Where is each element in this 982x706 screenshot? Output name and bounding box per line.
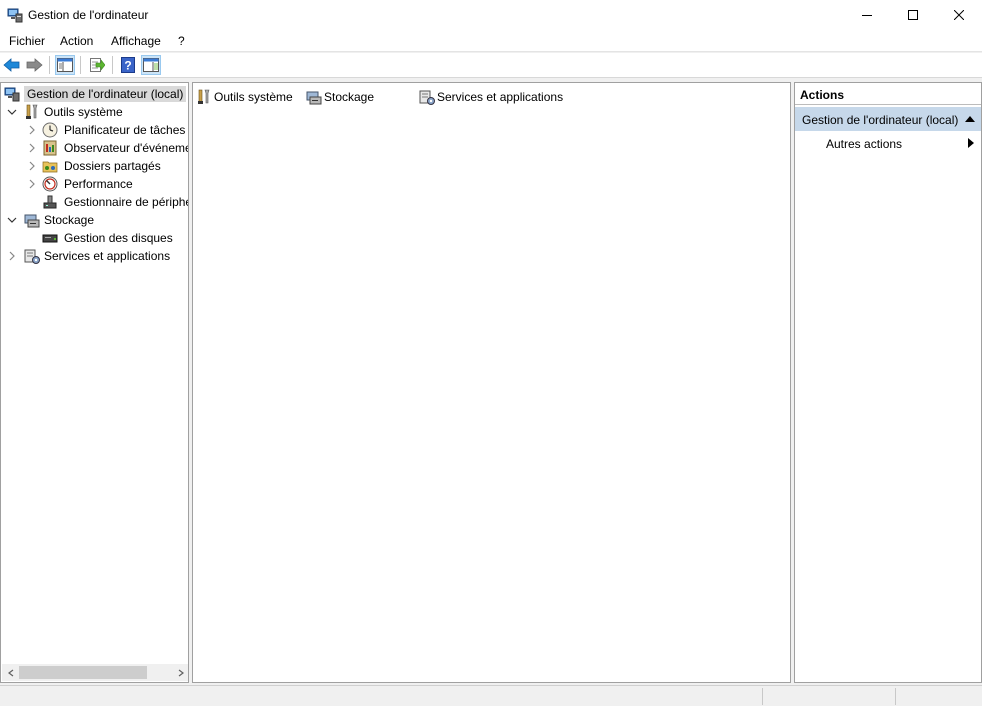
show-hide-action-pane-button[interactable] (141, 55, 161, 75)
tree-item-storage[interactable]: Stockage (24, 211, 94, 229)
list-item-services-apps[interactable]: Services et applications (419, 89, 563, 105)
results-pane: Outils système Stockage Services et appl… (192, 82, 791, 683)
storage-icon (306, 89, 322, 105)
maximize-button[interactable] (890, 0, 936, 30)
disk-icon (42, 230, 58, 246)
show-hide-console-tree-icon (57, 58, 73, 72)
tree-item-event-viewer[interactable]: Observateur d'événeme (42, 139, 189, 157)
back-button[interactable] (2, 55, 22, 75)
tree-item-services-apps[interactable]: Services et applications (24, 247, 170, 265)
close-icon (954, 10, 964, 20)
tree-item-label: Gestionnaire de périphé (64, 195, 189, 209)
tree-item-label: Dossiers partagés (64, 159, 161, 173)
chevron-right-icon[interactable] (27, 179, 37, 189)
chevron-right-icon[interactable] (7, 251, 17, 261)
menu-action[interactable]: Action (60, 34, 93, 48)
status-divider (762, 688, 763, 705)
help-button[interactable]: ? (118, 55, 138, 75)
tree-item-label: Stockage (44, 213, 95, 227)
minimize-icon (862, 15, 872, 16)
scroll-right-icon[interactable] (174, 666, 187, 679)
more-actions-item[interactable]: Autres actions (826, 137, 902, 151)
collapse-up-icon[interactable] (965, 115, 975, 123)
services-icon (24, 248, 40, 264)
scroll-left-icon[interactable] (4, 666, 17, 679)
svg-text:?: ? (124, 59, 131, 73)
tree-item-system-tools[interactable]: Outils système (24, 103, 123, 121)
forward-arrow-icon (26, 58, 43, 72)
tree-item-label: Performance (64, 177, 133, 191)
list-item-system-tools[interactable]: Outils système (196, 89, 293, 105)
shared-folder-icon (42, 158, 58, 174)
toolbar-separator (112, 56, 113, 74)
actions-header: Actions (795, 83, 981, 105)
list-item-label: Outils système (214, 90, 293, 104)
chevron-right-icon[interactable] (27, 161, 37, 171)
menu-fichier[interactable]: Fichier (9, 34, 45, 48)
computer-management-icon (7, 7, 23, 23)
tools-icon (24, 104, 40, 120)
scrollbar-thumb[interactable] (19, 666, 147, 679)
actions-section-header[interactable]: Gestion de l'ordinateur (local) (795, 107, 981, 131)
actions-section-label: Gestion de l'ordinateur (local) (802, 113, 959, 127)
list-item-storage[interactable]: Stockage (306, 89, 374, 105)
submenu-arrow-icon[interactable] (968, 138, 974, 148)
computer-management-icon (4, 86, 20, 102)
tools-icon (196, 89, 212, 105)
title-bar: Gestion de l'ordinateur (0, 0, 982, 30)
chevron-down-icon[interactable] (7, 107, 17, 117)
show-hide-console-tree-button[interactable] (55, 55, 75, 75)
back-arrow-icon (3, 58, 20, 72)
tree-item-root[interactable]: Gestion de l'ordinateur (local) (4, 85, 187, 103)
tree-item-label: Services et applications (44, 249, 171, 263)
chevron-right-icon[interactable] (27, 125, 37, 135)
toolbar-separator (49, 56, 50, 74)
show-hide-action-pane-icon (143, 58, 159, 72)
tree-item-label: Gestion de l'ordinateur (local) (24, 86, 187, 102)
console-tree: Gestion de l'ordinateur (local) Outils s… (0, 82, 189, 683)
minimize-button[interactable] (844, 0, 890, 30)
forward-button[interactable] (24, 55, 44, 75)
storage-icon (24, 212, 40, 228)
tree-item-disk-management[interactable]: Gestion des disques (42, 229, 173, 247)
chevron-down-icon[interactable] (7, 215, 17, 225)
tree-item-label: Outils système (44, 105, 123, 119)
event-viewer-icon (42, 140, 58, 156)
list-item-label: Stockage (324, 90, 375, 104)
tree-item-performance[interactable]: Performance (42, 175, 133, 193)
tree-item-shared-folders[interactable]: Dossiers partagés (42, 157, 161, 175)
tree-item-label: Planificateur de tâches (64, 123, 186, 137)
maximize-icon (908, 10, 918, 20)
clock-icon (42, 122, 58, 138)
export-list-button[interactable] (87, 55, 107, 75)
close-button[interactable] (936, 0, 982, 30)
status-bar (0, 685, 982, 706)
menu-help[interactable]: ? (178, 34, 185, 48)
menu-affichage[interactable]: Affichage (111, 34, 161, 48)
actions-pane: Actions Gestion de l'ordinateur (local) … (794, 82, 982, 683)
performance-icon (42, 176, 58, 192)
chevron-right-icon[interactable] (27, 143, 37, 153)
toolbar-separator (80, 56, 81, 74)
toolbar: ? (0, 53, 982, 78)
services-icon (419, 89, 435, 105)
list-item-label: Services et applications (437, 90, 564, 104)
tree-item-task-scheduler[interactable]: Planificateur de tâches (42, 121, 185, 139)
device-manager-icon (42, 194, 58, 210)
window-title: Gestion de l'ordinateur (28, 8, 149, 22)
tree-horizontal-scrollbar[interactable] (2, 664, 188, 681)
tree-item-label: Observateur d'événeme (64, 141, 189, 155)
tree-item-device-manager[interactable]: Gestionnaire de périphé (42, 193, 189, 211)
export-list-icon (90, 58, 105, 72)
help-icon: ? (121, 57, 135, 73)
menu-bar: Fichier Action Affichage ? (0, 30, 982, 52)
status-divider (895, 688, 896, 705)
tree-item-label: Gestion des disques (64, 231, 173, 245)
